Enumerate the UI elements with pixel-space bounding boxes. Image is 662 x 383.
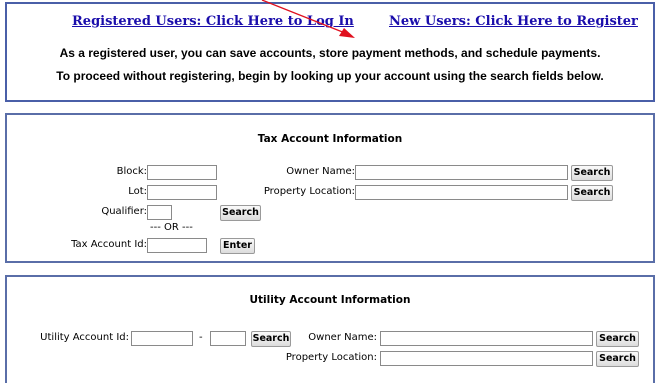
tax-account-id-input[interactable] (147, 238, 207, 253)
qualifier-label: Qualifier: (101, 206, 147, 217)
tax-account-id-label: Tax Account Id: (71, 239, 147, 250)
utility-account-panel: Utility Account Information Utility Acco… (5, 275, 655, 383)
owner-name-label: Owner Name: (286, 166, 355, 177)
account-id-separator: - (199, 332, 203, 343)
block-label: Block: (116, 166, 147, 177)
tax-section-title: Tax Account Information (257, 133, 403, 145)
red-arrow-annotation (261, 0, 355, 38)
property-location-input[interactable] (355, 185, 568, 200)
owner-name-input[interactable] (355, 165, 568, 180)
utility-property-location-label: Property Location: (285, 352, 377, 363)
utility-id-search-button[interactable]: Search (251, 331, 291, 347)
property-search-button[interactable]: Search (571, 185, 613, 201)
or-separator: --- OR --- (150, 222, 193, 233)
proceed-message: To proceed without registering, begin by… (56, 69, 604, 83)
utility-account-id-input[interactable] (131, 331, 193, 346)
enter-button[interactable]: Enter (220, 238, 255, 254)
utility-property-location-input[interactable] (380, 351, 593, 366)
qualifier-input[interactable] (147, 205, 172, 220)
utility-owner-name-input[interactable] (380, 331, 593, 346)
tax-account-panel: Tax Account Information Block: Lot: Qual… (5, 113, 655, 263)
utility-owner-name-label: Owner Name: (308, 332, 377, 343)
utility-section-title: Utility Account Information (249, 294, 411, 306)
utility-property-search-button[interactable]: Search (596, 351, 639, 367)
lot-label: Lot: (128, 186, 147, 197)
utility-owner-search-button[interactable]: Search (596, 331, 639, 347)
owner-search-button[interactable]: Search (571, 165, 613, 181)
block-input[interactable] (147, 165, 217, 180)
qualifier-search-button[interactable]: Search (220, 205, 261, 221)
utility-account-suffix-input[interactable] (210, 331, 246, 346)
lot-input[interactable] (147, 185, 217, 200)
utility-account-id-label: Utility Account Id: (40, 332, 129, 343)
property-location-label: Property Location: (263, 186, 355, 197)
